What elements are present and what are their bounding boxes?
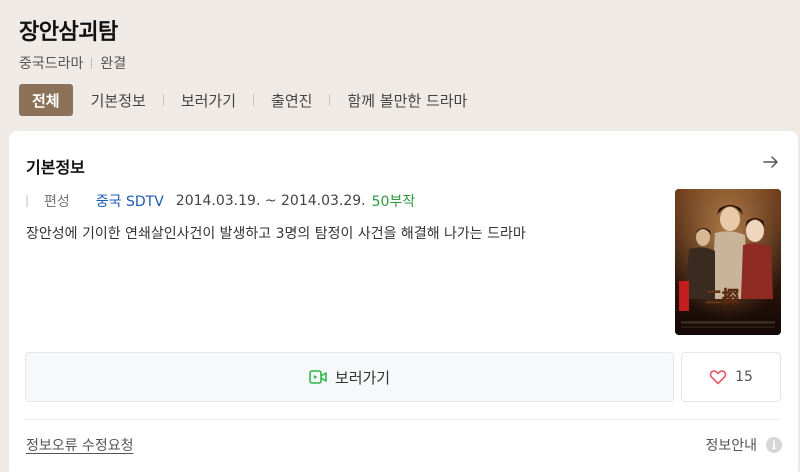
play-video-icon — [309, 370, 327, 384]
drama-title: 장안삼괴탐 — [19, 20, 118, 45]
info-guide-button[interactable]: 정보안내 i — [705, 435, 782, 455]
arrow-right-icon[interactable] — [762, 153, 780, 171]
meta-divider — [91, 57, 93, 69]
watch-button[interactable]: 보러가기 — [25, 352, 674, 402]
tab-bar: 전체 기본정보 보러가기 출연진 함께 볼만한 드라마 — [19, 84, 467, 116]
page-header: 장안삼괴탐 중국드라마 완결 전체 기본정보 보러가기 출연진 함께 볼만한 드… — [0, 0, 800, 130]
tab-divider — [329, 94, 331, 106]
like-button[interactable]: 15 — [681, 352, 781, 402]
card-title: 기본정보 — [26, 158, 85, 177]
tab-cast[interactable]: 출연진 — [271, 84, 312, 116]
channel-link[interactable]: 중국 SDTV — [96, 191, 164, 211]
air-dates: 2014.03.19. ~ 2014.03.29. — [175, 193, 366, 209]
like-count: 15 — [735, 369, 753, 385]
card-divider — [25, 419, 781, 420]
report-error-link[interactable]: 정보오류 수정요청 — [26, 435, 134, 455]
drama-meta: 중국드라마 완결 — [19, 53, 126, 73]
poster-image-icon: 二探 — [675, 189, 781, 335]
drama-poster[interactable]: 二探 — [675, 189, 781, 335]
status-label: 완결 — [100, 56, 127, 72]
tab-similar-dramas[interactable]: 함께 볼만한 드라마 — [347, 84, 467, 116]
info-guide-label: 정보안내 — [705, 438, 757, 454]
watch-button-label: 보러가기 — [334, 368, 391, 387]
tab-divider — [253, 94, 255, 106]
tab-watch[interactable]: 보러가기 — [181, 84, 236, 116]
info-icon: i — [766, 437, 782, 453]
heart-icon — [709, 370, 727, 385]
info-bar — [26, 195, 28, 207]
svg-text:二探: 二探 — [705, 287, 739, 308]
drama-description: 장안성에 기이한 연쇄살인사건이 발생하고 3명의 탐정이 사건을 해결해 나가… — [26, 226, 526, 242]
broadcast-info: 편성 중국 SDTV 2014.03.19. ~ 2014.03.29. 50부… — [26, 191, 415, 211]
category-label: 중국드라마 — [19, 56, 84, 72]
episode-count: 50부작 — [371, 194, 416, 210]
tab-all[interactable]: 전체 — [19, 84, 73, 116]
tab-divider — [162, 94, 164, 106]
broadcast-label: 편성 — [44, 194, 70, 210]
tab-basic-info[interactable]: 기본정보 — [91, 84, 146, 116]
basic-info-card: 기본정보 편성 중국 SDTV 2014.03.19. ~ 2014.03.29… — [9, 131, 798, 472]
